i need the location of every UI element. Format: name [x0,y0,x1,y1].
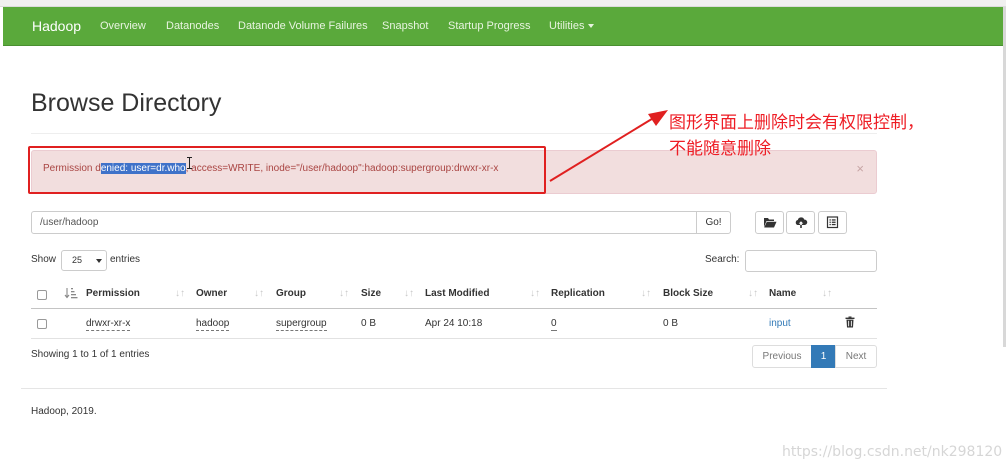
page-title: Browse Directory [31,89,222,117]
next-button[interactable]: Next [835,345,877,368]
chevron-down-icon [96,259,102,263]
row-checkbox[interactable] [37,319,47,329]
annotation-text: 图形界面上删除时会有权限控制， 不能随意删除 [669,110,999,162]
close-icon[interactable]: × [856,161,864,177]
nav-item-startup-progress[interactable]: Startup Progress [448,7,531,46]
trash-icon[interactable] [845,316,855,328]
highlight-box [28,146,546,194]
column-header-last-modified[interactable]: Last Modified [425,287,489,301]
cell-size: 0 B [361,318,377,329]
annotation-line-2: 不能随意删除 [669,139,771,159]
annotation-arrow-icon [549,110,668,182]
folder-open-icon [764,218,777,228]
column-header-owner[interactable]: Owner [196,287,227,301]
cell-name-link[interactable]: input [769,317,791,331]
column-header-group[interactable]: Group [276,287,306,301]
annotation-line-1: 图形界面上删除时会有权限控制， [669,113,924,133]
nav-item-datanode-volume-failures[interactable]: Datanode Volume Failures [238,7,368,46]
sort-icon[interactable]: ↓↑ [822,287,832,301]
create-directory-button[interactable] [755,211,784,234]
search-input[interactable] [745,250,877,272]
navbar: Hadoop Overview Datanodes Datanode Volum… [3,7,1003,46]
cell-permission[interactable]: drwxr-xr-x [86,317,131,331]
cell-owner[interactable]: hadoop [196,317,230,331]
entries-select-value: 25 [72,255,83,265]
navbar-brand[interactable]: Hadoop [32,7,81,46]
table-info: Showing 1 to 1 of 1 entries [31,349,150,360]
path-input[interactable]: /user/hadoop [31,211,697,234]
cut-paste-button[interactable] [818,211,847,234]
nav-item-overview[interactable]: Overview [100,7,146,46]
column-header-name[interactable]: Name [769,287,796,301]
nav-item-utilities[interactable]: Utilities [549,7,595,46]
sort-icon[interactable]: ↓↑ [339,287,349,301]
table-header-divider [31,308,877,309]
watermark: https://blog.csdn.net/nk298120 [782,444,1003,460]
sort-icon[interactable]: ↓↑ [530,287,540,301]
cell-block-size: 0 B [663,318,679,329]
cell-group[interactable]: supergroup [276,317,327,331]
entries-label: entries [110,254,141,265]
cell-replication[interactable]: 0 [551,317,557,331]
nav-item-datanodes[interactable]: Datanodes [166,7,219,46]
nav-item-utilities-label: Utilities [549,20,585,32]
entries-select[interactable]: 25 [61,250,107,271]
go-button[interactable]: Go! [696,211,731,234]
list-alt-icon [826,216,839,229]
sort-icon[interactable]: ↓↑ [748,287,758,301]
column-header-block-size[interactable]: Block Size [663,287,713,301]
select-all-checkbox[interactable] [37,290,47,300]
sort-icon[interactable]: ↓↑ [404,287,414,301]
previous-button[interactable]: Previous [752,345,812,368]
sort-ascending-icon[interactable] [64,287,78,299]
search-label: Search: [705,254,740,265]
sort-icon[interactable]: ↓↑ [254,287,264,301]
chevron-down-icon [588,24,595,29]
cloud-upload-icon [795,217,808,228]
column-header-permission[interactable]: Permission [86,287,140,301]
table-row-divider [31,338,877,339]
nav-item-snapshot[interactable]: Snapshot [382,7,428,46]
footer-text: Hadoop, 2019. [31,406,97,417]
column-header-replication[interactable]: Replication [551,287,605,301]
footer-divider [21,388,887,389]
show-label: Show [31,254,57,265]
sort-icon[interactable]: ↓↑ [641,287,651,301]
column-header-size[interactable]: Size [361,287,381,301]
sort-icon[interactable]: ↓↑ [175,287,185,301]
page-1-button[interactable]: 1 [811,345,836,368]
browser-top-edge [0,0,1006,7]
upload-files-button[interactable] [786,211,815,234]
cell-last-modified: Apr 24 10:18 [425,318,483,329]
